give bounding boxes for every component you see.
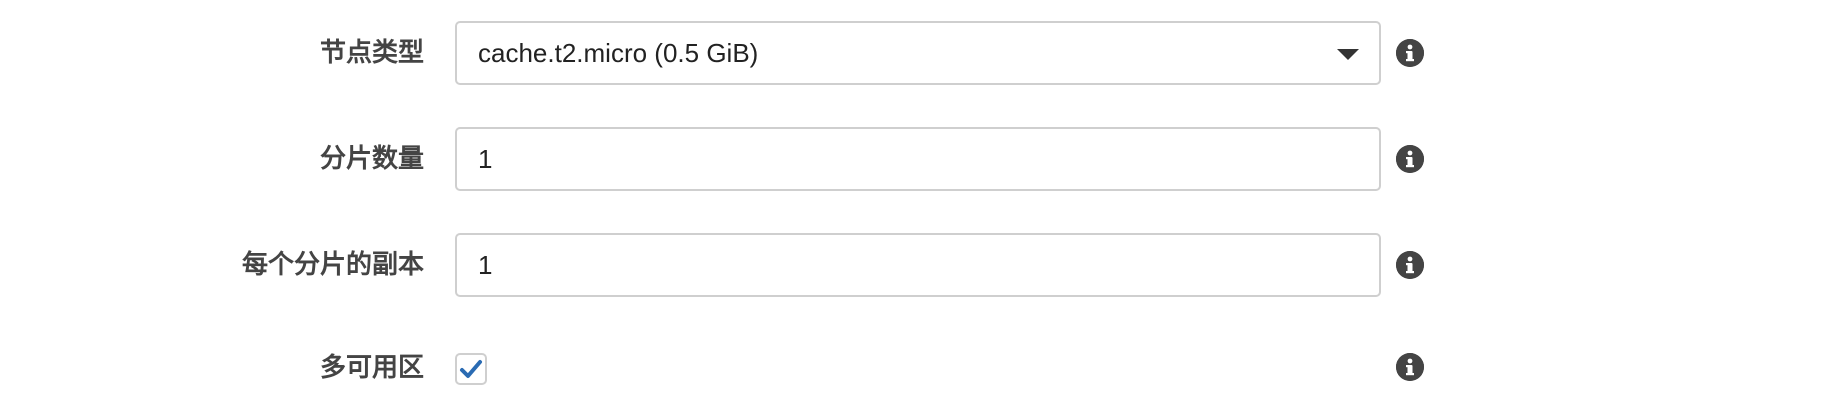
chevron-down-icon — [1337, 49, 1359, 60]
node-type-info-icon[interactable] — [1396, 39, 1424, 67]
node-type-selected-value: cache.t2.micro (0.5 GiB) — [478, 37, 759, 68]
replicas-per-shard-info-icon[interactable] — [1396, 251, 1424, 279]
shard-count-label: 分片数量 — [319, 144, 424, 174]
checkmark-icon — [460, 360, 482, 378]
shard-count-input[interactable]: 1 — [455, 127, 1381, 191]
multi-az-label: 多可用区 — [319, 353, 424, 383]
node-type-select[interactable]: cache.t2.micro (0.5 GiB) — [455, 21, 1381, 85]
shard-count-value: 1 — [478, 143, 493, 174]
replicas-per-shard-row: 每个分片的副本 1 — [0, 233, 1834, 297]
node-type-label: 节点类型 — [319, 38, 424, 68]
multi-az-info-icon[interactable] — [1396, 353, 1424, 381]
replicas-per-shard-label: 每个分片的副本 — [241, 250, 424, 280]
replicas-per-shard-value: 1 — [478, 249, 493, 280]
cache-cluster-form: 节点类型 cache.t2.micro (0.5 GiB) 分片数量 1 每个分… — [0, 0, 1834, 410]
multi-az-row: 多可用区 — [0, 339, 1834, 403]
shard-count-info-icon[interactable] — [1396, 145, 1424, 173]
replicas-per-shard-input[interactable]: 1 — [455, 233, 1381, 297]
multi-az-checkbox[interactable] — [455, 353, 487, 385]
node-type-row: 节点类型 cache.t2.micro (0.5 GiB) — [0, 21, 1834, 85]
shard-count-row: 分片数量 1 — [0, 127, 1834, 191]
